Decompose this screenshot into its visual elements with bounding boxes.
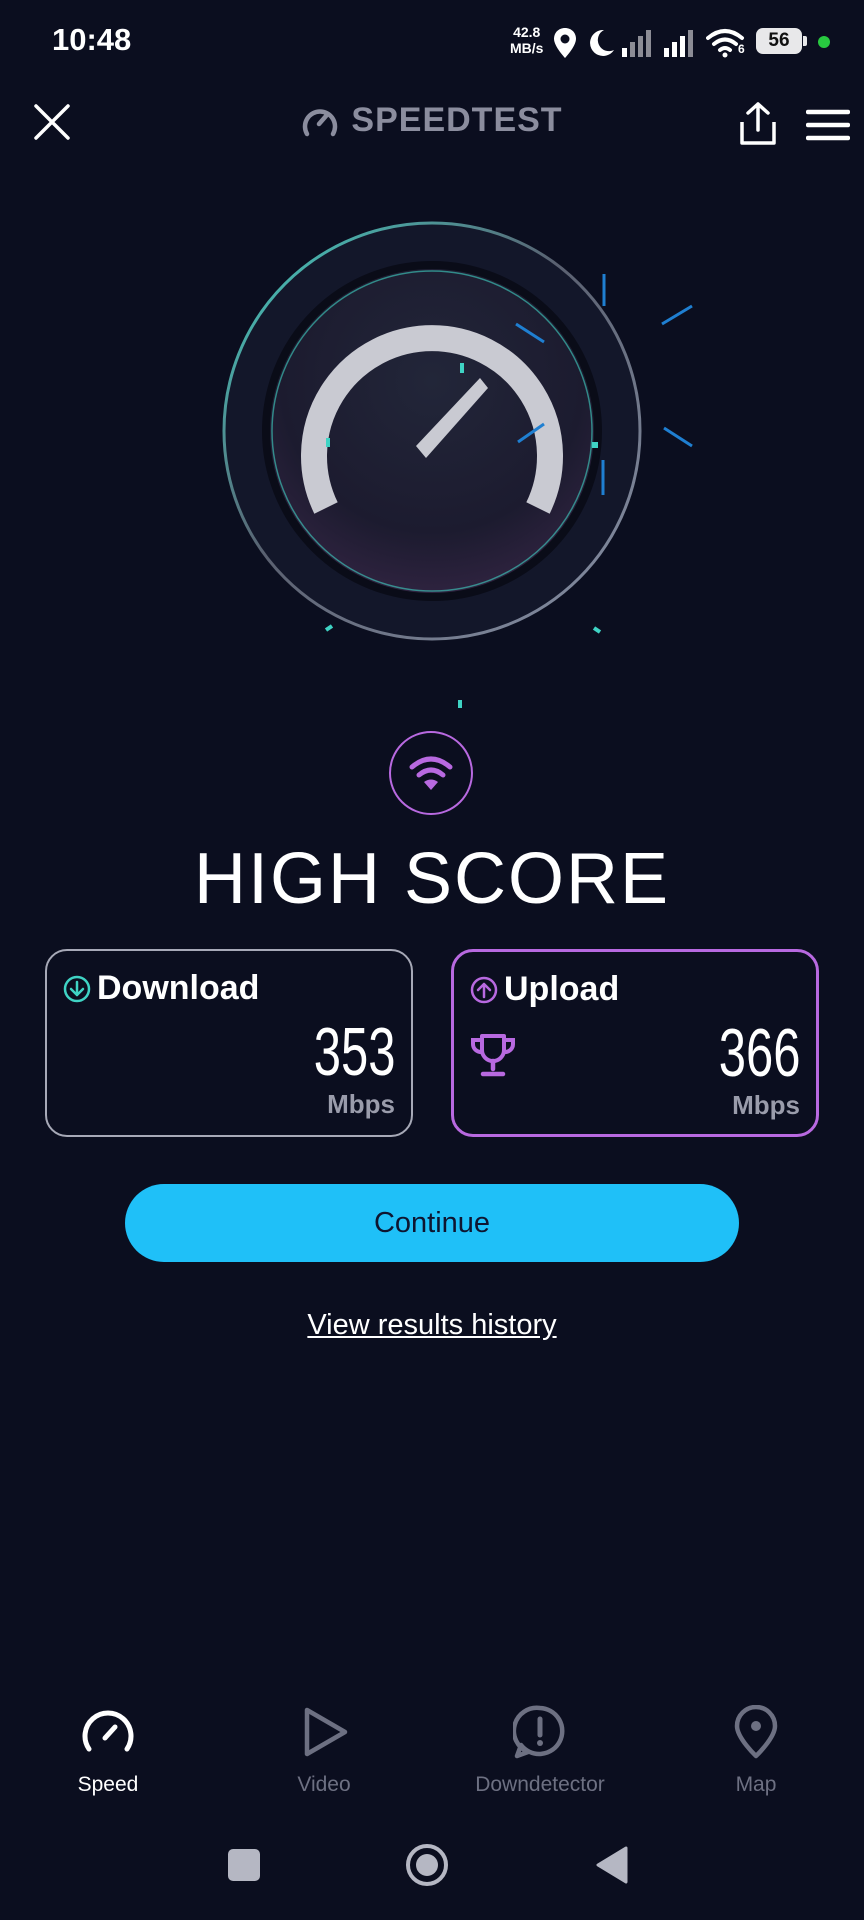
upload-result-card: Upload 366 Mbps <box>451 949 819 1137</box>
share-icon[interactable] <box>734 100 782 148</box>
moon-icon <box>590 29 614 56</box>
wifi-icon <box>409 756 453 790</box>
nav-map-label: Map <box>735 1773 777 1796</box>
nav-video[interactable]: Video <box>216 1705 432 1815</box>
recent-apps-button[interactable] <box>228 1849 260 1881</box>
status-time: 10:48 <box>52 22 132 57</box>
nav-map[interactable]: Map <box>648 1705 864 1815</box>
nav-speed-label: Speed <box>77 1773 139 1796</box>
network-rate: 42.8 MB/s <box>510 24 543 56</box>
upload-label: Upload <box>504 970 620 1008</box>
network-rate-unit: MB/s <box>510 40 544 56</box>
upload-arrow-icon <box>470 976 498 1003</box>
home-button[interactable] <box>404 1842 450 1888</box>
battery-icon: 56 <box>756 28 802 54</box>
wifi-generation: 6 <box>738 42 745 56</box>
speed-gauge <box>222 221 693 708</box>
download-unit: Mbps <box>327 1089 395 1119</box>
result-heading: HIGH SCORE <box>193 839 671 919</box>
download-result-card: Download 353 Mbps <box>45 949 413 1137</box>
menu-icon[interactable] <box>806 108 850 142</box>
signal-icon <box>664 30 693 57</box>
map-pin-icon <box>734 1705 778 1759</box>
signal-icon <box>622 30 651 57</box>
continue-button[interactable]: Continue <box>125 1184 739 1262</box>
nav-downdetector[interactable]: Downdetector <box>432 1705 648 1815</box>
view-results-history-link[interactable]: View results history <box>0 1309 864 1342</box>
gauge-logo-icon <box>303 108 338 136</box>
privacy-indicator-dot <box>818 36 830 48</box>
nav-video-label: Video <box>297 1773 351 1796</box>
nav-speed[interactable]: Speed <box>0 1705 216 1815</box>
trophy-icon <box>470 1034 516 1077</box>
play-icon <box>304 1707 348 1757</box>
app-title: SPEEDTEST <box>351 101 563 139</box>
download-arrow-icon <box>63 975 91 1002</box>
download-label: Download <box>97 969 260 1007</box>
battery-tip <box>803 36 807 46</box>
download-value: 353 <box>313 1014 395 1090</box>
location-icon <box>554 28 576 58</box>
upload-value: 366 <box>718 1015 800 1091</box>
speed-icon <box>82 1710 134 1752</box>
nav-downdetector-label: Downdetector <box>475 1773 605 1796</box>
upload-unit: Mbps <box>732 1090 800 1120</box>
network-rate-value: 42.8 <box>513 24 541 40</box>
back-button[interactable] <box>594 1845 630 1885</box>
alert-icon <box>513 1705 565 1759</box>
connection-type-badge <box>389 731 473 815</box>
